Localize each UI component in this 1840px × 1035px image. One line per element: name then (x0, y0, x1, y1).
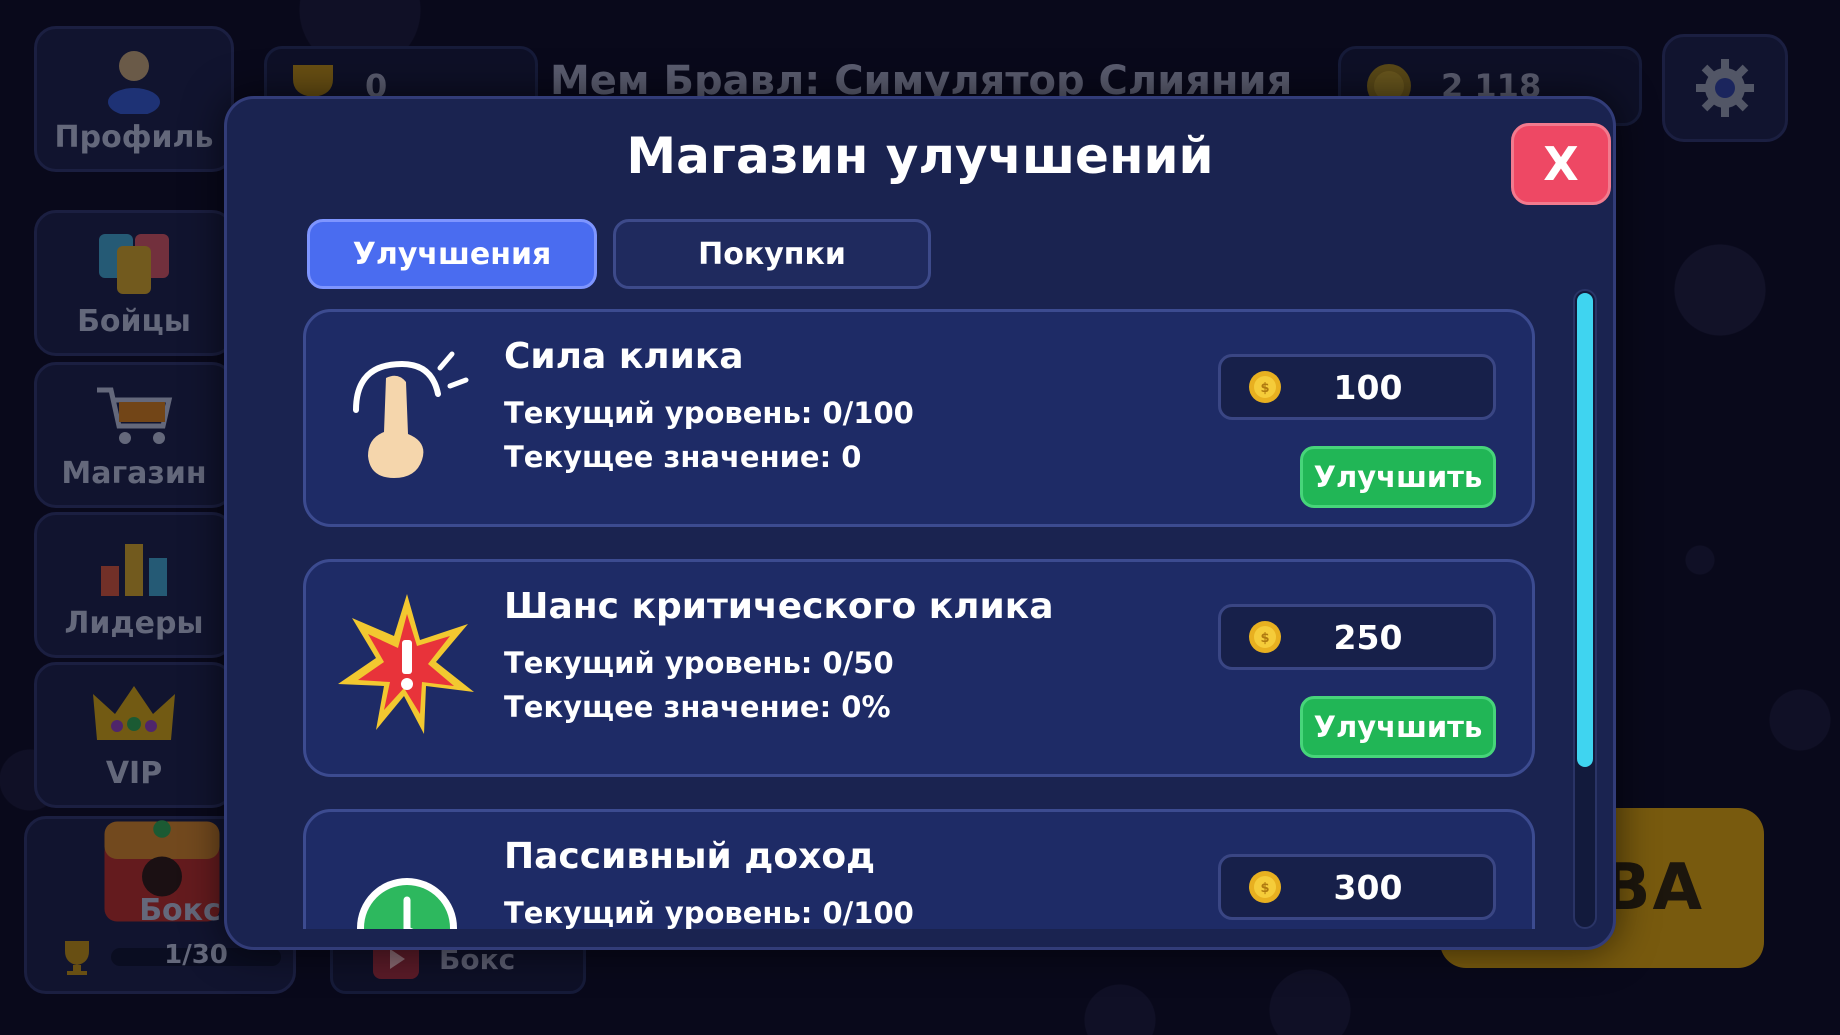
upgrade-name: Сила клика (504, 336, 744, 377)
upgrade-level: Текущий уровень: 0/100 (504, 396, 914, 430)
price-value: 300 (1333, 867, 1403, 907)
modal-title: Магазин улучшений (626, 127, 1214, 185)
upgrade-price: $ 300 (1218, 854, 1496, 920)
upgrade-value: Текущее значение: 0% (504, 690, 891, 724)
price-value: 250 (1333, 617, 1403, 657)
upgrade-name: Пассивный доход (504, 836, 876, 877)
close-button[interactable]: X (1511, 123, 1611, 205)
upgrade-card-passive-income: Пассивный доход Текущий уровень: 0/100 $… (303, 809, 1535, 929)
svg-text:$: $ (1260, 881, 1269, 896)
upgrade-level: Текущий уровень: 0/50 (504, 646, 894, 680)
scrollbar[interactable] (1573, 289, 1597, 929)
upgrade-button[interactable]: Улучшить (1300, 696, 1496, 758)
tab-upgrades[interactable]: Улучшения (307, 219, 597, 289)
svg-text:$: $ (1260, 381, 1269, 396)
scrollbar-thumb[interactable] (1577, 293, 1593, 767)
upgrade-list[interactable]: Сила клика Текущий уровень: 0/100 Текуще… (303, 309, 1543, 929)
svg-text:$: $ (1260, 631, 1269, 646)
upgrade-name: Шанс критического клика (504, 586, 1054, 627)
upgrade-price: $ 100 (1218, 354, 1496, 420)
tab-purchases[interactable]: Покупки (613, 219, 931, 289)
coin-icon: $ (1249, 871, 1281, 903)
upgrade-card-crit-chance: Шанс критического клика Текущий уровень:… (303, 559, 1535, 777)
upgrade-button[interactable]: Улучшить (1300, 446, 1496, 508)
upgrade-value: Текущее значение: 0 (504, 440, 862, 474)
upgrade-level: Текущий уровень: 0/100 (504, 896, 914, 929)
clock-icon (357, 878, 457, 929)
explosion-icon (338, 594, 474, 734)
coin-icon: $ (1249, 371, 1281, 403)
upgrade-price: $ 250 (1218, 604, 1496, 670)
tap-finger-icon (353, 351, 469, 478)
price-value: 100 (1333, 367, 1403, 407)
upgrade-card-click-power: Сила клика Текущий уровень: 0/100 Текуще… (303, 309, 1535, 527)
coin-icon: $ (1249, 621, 1281, 653)
upgrade-shop-modal: Магазин улучшений X Улучшения Покупки Си… (224, 96, 1616, 950)
